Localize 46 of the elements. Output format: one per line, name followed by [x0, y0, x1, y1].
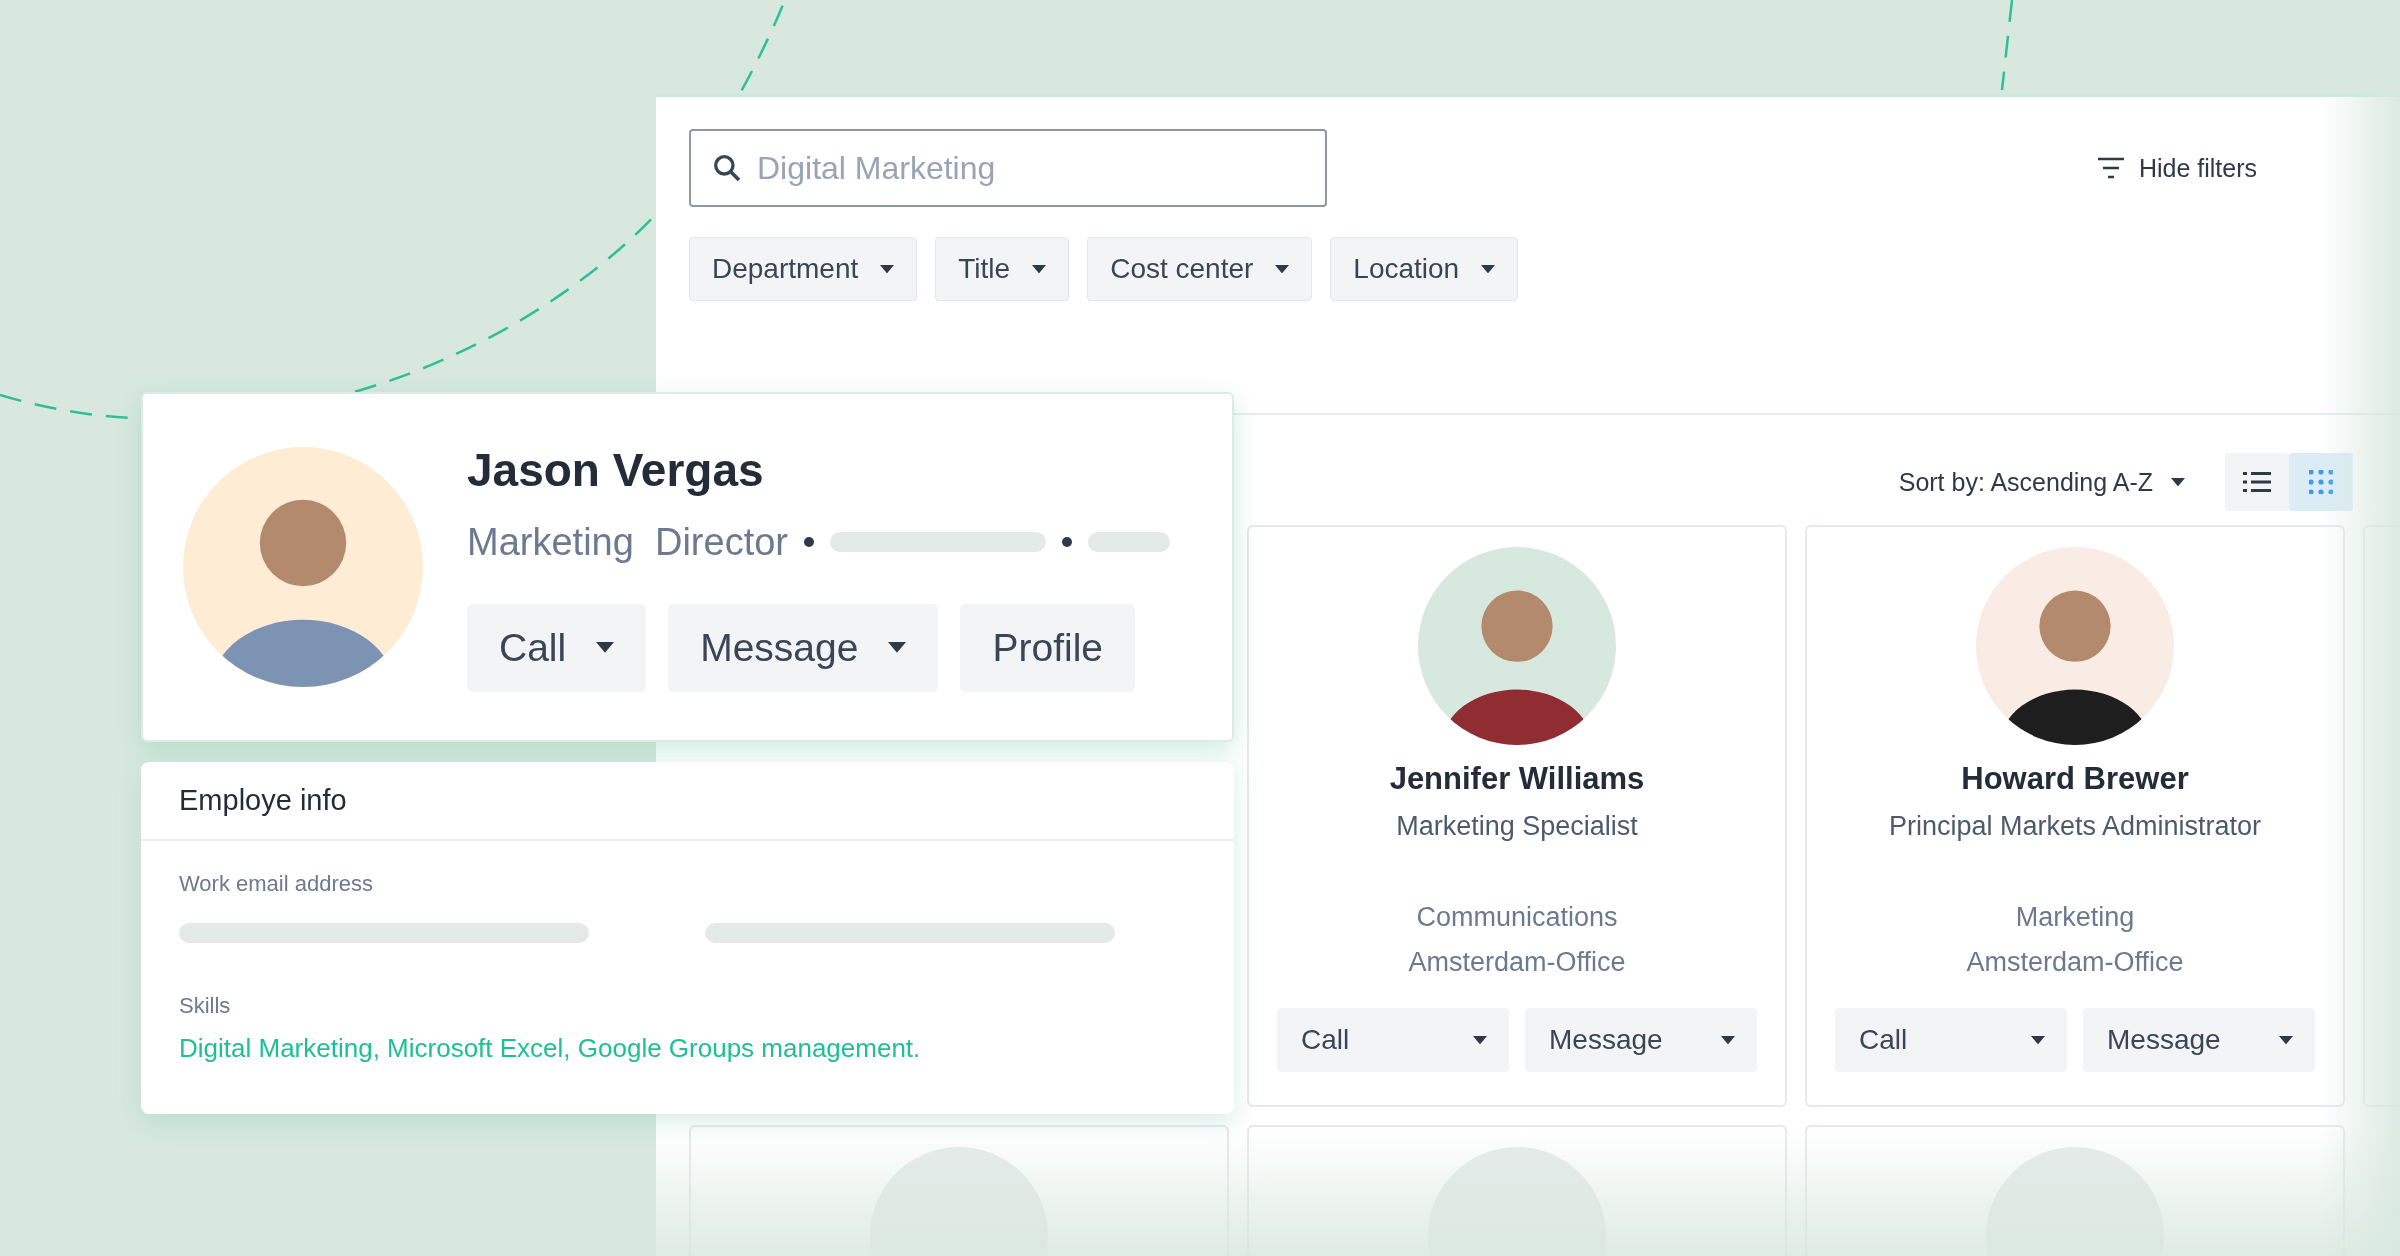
- employee-department: Marketing: [2015, 902, 2135, 933]
- separator-dot: [804, 537, 814, 547]
- profile-action-button[interactable]: Call: [467, 603, 647, 692]
- call-button[interactable]: Call: [1277, 1008, 1509, 1072]
- filter-dropdown[interactable]: Department: [689, 237, 918, 301]
- caret-icon: [2171, 477, 2185, 487]
- employee-name: Howard Brewer: [1961, 761, 2189, 797]
- caret-icon: [888, 642, 907, 653]
- info-card-title: Employe info: [141, 762, 1234, 841]
- profile-title: Marketing Director: [467, 520, 788, 564]
- profile-name: Jason Vergas: [467, 442, 765, 497]
- employee-office: Amsterdam-Office: [1408, 947, 1626, 978]
- caret-icon: [1721, 1035, 1735, 1045]
- profile-action-button[interactable]: Message: [668, 603, 939, 692]
- message-button[interactable]: Message: [2083, 1008, 2315, 1072]
- list-view-button[interactable]: [2225, 453, 2289, 511]
- employee-department: Communications: [1416, 902, 1618, 933]
- caret-icon: [1473, 1035, 1487, 1045]
- filter-dropdown[interactable]: Location: [1330, 237, 1519, 301]
- caret-icon: [1481, 264, 1496, 274]
- field-label: Skills: [179, 993, 232, 1019]
- grid-icon: [2309, 470, 2333, 494]
- filter-icon: [2096, 157, 2125, 179]
- sort-dropdown[interactable]: Sort by: Ascending A-Z: [1898, 467, 2185, 497]
- caret-icon: [880, 264, 895, 274]
- message-button[interactable]: Message: [1525, 1008, 1757, 1072]
- caret-icon: [596, 642, 615, 653]
- caret-icon: [2279, 1035, 2293, 1045]
- filter-dropdown[interactable]: Title: [935, 237, 1070, 301]
- field-label: Work email address: [179, 871, 374, 897]
- profile-action-button[interactable]: Profile: [960, 603, 1135, 692]
- call-button[interactable]: Call: [1835, 1008, 2067, 1072]
- separator-dot: [1062, 537, 1072, 547]
- employee-role: Marketing Specialist: [1396, 811, 1638, 842]
- list-icon: [2243, 471, 2271, 493]
- skills-text: Digital Marketing, Microsoft Excel, Google Groups management.: [179, 1033, 922, 1064]
- search-icon: [711, 152, 743, 184]
- employee-office: Amsterdam-Office: [1966, 947, 2184, 978]
- hide-filters-button[interactable]: Hide filters: [2096, 153, 2257, 183]
- employee-role: Principal Markets Administrator: [1888, 811, 2262, 842]
- employee-name: Jennifer Williams: [1389, 761, 1645, 797]
- filter-dropdown[interactable]: Cost center: [1087, 237, 1313, 301]
- caret-icon: [1275, 264, 1290, 274]
- search-field[interactable]: Digital Marketing: [689, 129, 1327, 207]
- caret-icon: [2031, 1035, 2045, 1045]
- caret-icon: [1032, 264, 1047, 274]
